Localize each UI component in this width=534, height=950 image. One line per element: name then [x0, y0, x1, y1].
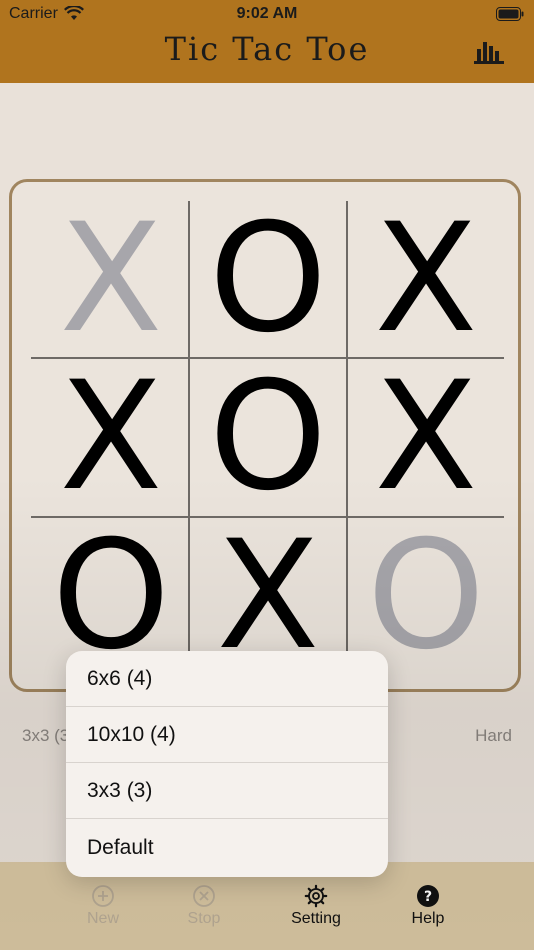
battery-icon	[496, 7, 524, 21]
board-size-label: 3x3 (3	[22, 726, 70, 745]
tab-help-label: Help	[411, 910, 445, 927]
x-circle-icon	[193, 885, 215, 907]
board-cell-7[interactable]: O	[34, 519, 188, 673]
tab-setting-label: Setting	[291, 910, 341, 927]
game-board: X O X X O X O X O	[9, 179, 521, 692]
menu-item-10x10[interactable]: 10x10 (4)	[66, 707, 388, 763]
tab-stop[interactable]: Stop	[154, 884, 254, 928]
tab-help[interactable]: ? Help	[378, 884, 478, 928]
grid-line	[188, 201, 190, 671]
tab-setting[interactable]: Setting	[266, 884, 366, 928]
help-icon: ?	[417, 885, 439, 907]
bar-chart-icon[interactable]	[474, 40, 504, 64]
board-cell-4[interactable]: X	[34, 360, 188, 514]
menu-item-6x6[interactable]: 6x6 (4)	[66, 651, 388, 707]
board-cell-6[interactable]: X	[349, 360, 503, 514]
status-time: 9:02 AM	[236, 5, 298, 22]
app-title: Tic Tac Toe	[164, 30, 370, 68]
board-cell-3[interactable]: X	[349, 202, 503, 356]
board-cell-8[interactable]: X	[191, 519, 345, 673]
tab-new[interactable]: New	[53, 884, 153, 928]
menu-item-default[interactable]: Default	[66, 819, 388, 877]
nav-header: Carrier 9:02 AM Tic Tac Toe	[0, 0, 534, 83]
difficulty-label: Hard	[475, 726, 512, 745]
menu-item-3x3[interactable]: 3x3 (3)	[66, 763, 388, 819]
board-size-menu: 6x6 (4) 10x10 (4) 3x3 (3) Default	[66, 651, 388, 877]
board-cell-2[interactable]: O	[191, 202, 345, 356]
board-cell-9[interactable]: O	[349, 519, 503, 673]
grid-line	[346, 201, 348, 671]
tab-stop-label: Stop	[187, 910, 221, 927]
plus-circle-icon	[92, 885, 114, 907]
svg-text:?: ?	[424, 889, 432, 905]
tab-new-label: New	[86, 910, 119, 927]
board-cell-5[interactable]: O	[191, 360, 345, 514]
board-cell-1[interactable]: X	[34, 202, 188, 356]
gear-icon	[304, 884, 328, 908]
